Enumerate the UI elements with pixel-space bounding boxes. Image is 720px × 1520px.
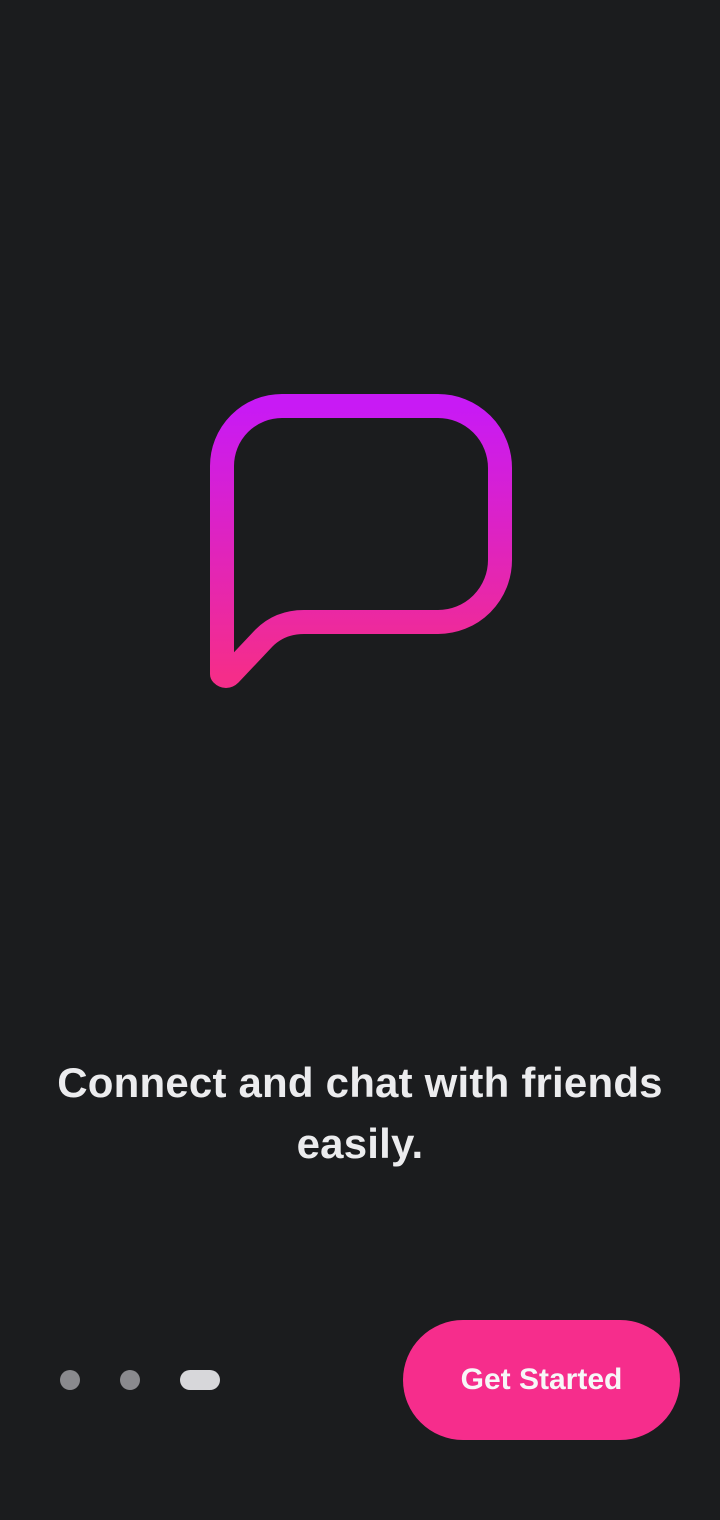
page-dot-3-active[interactable] — [180, 1370, 220, 1390]
get-started-button[interactable]: Get Started — [403, 1320, 680, 1440]
page-indicator — [60, 1370, 220, 1390]
onboarding-screen: Connect and chat with friends easily. Ge… — [0, 0, 720, 1520]
onboarding-headline: Connect and chat with friends easily. — [57, 1059, 663, 1167]
page-dot-2[interactable] — [120, 1370, 140, 1390]
page-dot-1[interactable] — [60, 1370, 80, 1390]
chat-bubble-icon — [210, 394, 512, 688]
